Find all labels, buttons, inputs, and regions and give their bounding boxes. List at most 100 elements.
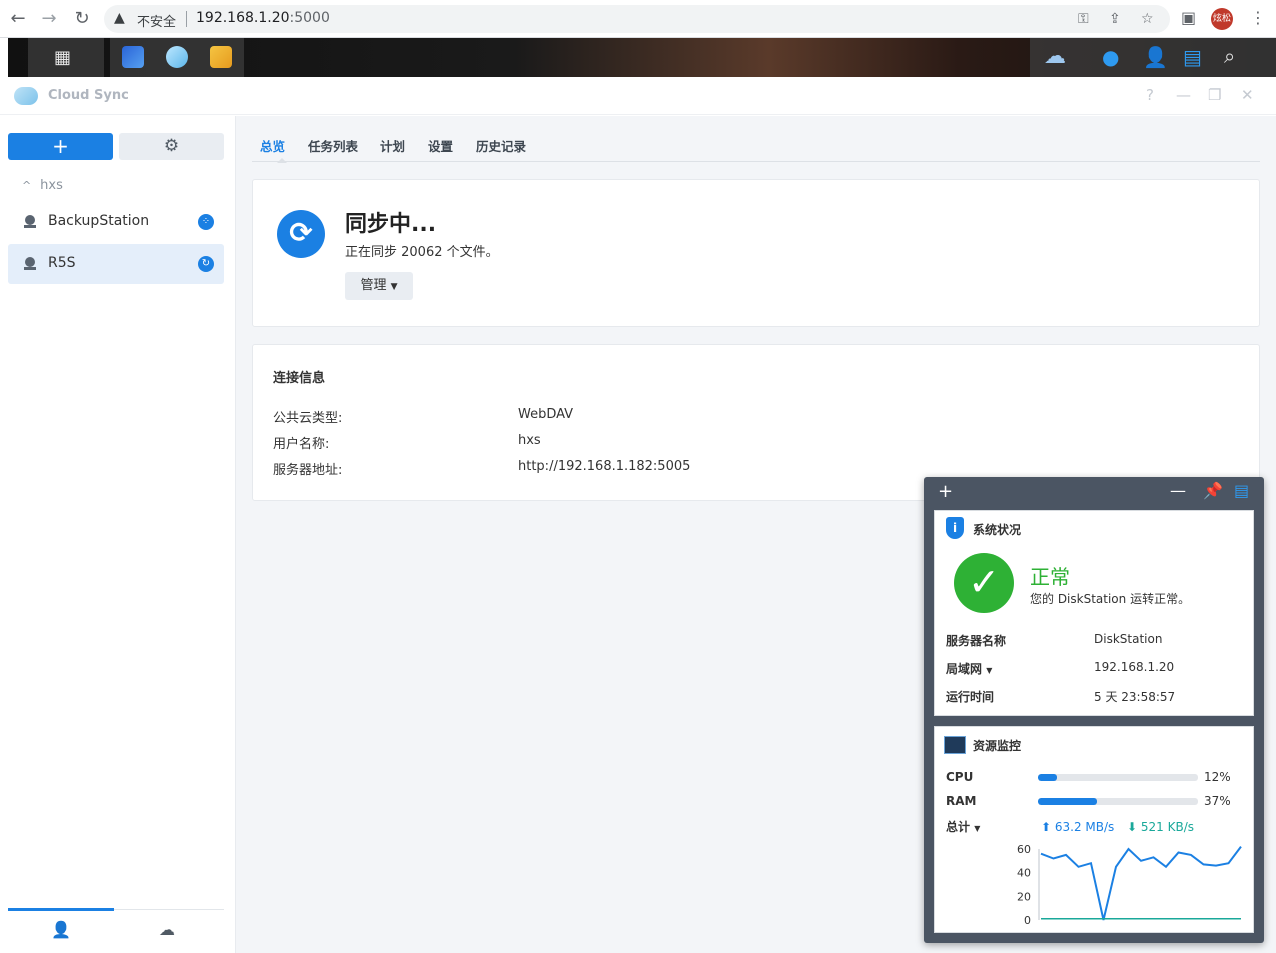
ram-label: RAM bbox=[946, 794, 977, 808]
cloud-tab-icon[interactable]: ☁ bbox=[114, 920, 220, 939]
sys-label: 服务器名称 bbox=[946, 634, 1007, 648]
total-label: 总计 bbox=[946, 820, 971, 834]
user-tab-icon[interactable]: 👤 bbox=[8, 920, 114, 939]
info-label: 公共云类型: bbox=[273, 411, 343, 426]
upload-arrow-icon: ⬆ bbox=[1041, 820, 1052, 834]
ram-percent: 37% bbox=[1204, 794, 1231, 808]
pin-icon[interactable]: 📌 bbox=[1203, 481, 1223, 500]
info-value: http://192.168.1.182:5005 bbox=[518, 459, 691, 474]
download-value: 521 KB/s bbox=[1140, 820, 1195, 834]
tab-schedule[interactable]: 计划 bbox=[380, 136, 405, 155]
add-connection-button[interactable]: + bbox=[8, 133, 113, 160]
back-icon[interactable]: ← bbox=[7, 8, 29, 30]
sync-icon: ⟳ bbox=[277, 210, 325, 258]
caret-down-icon: ▼ bbox=[390, 282, 398, 292]
resource-monitor-widget: 资源监控 CPU 12% RAM 37% 总计 ▼ ⬆ 63.2 MB/s ⬇ … bbox=[934, 726, 1254, 933]
close-icon[interactable]: ✕ bbox=[1241, 86, 1254, 104]
sync-title: 同步中... bbox=[345, 212, 437, 237]
reload-icon[interactable]: ↻ bbox=[71, 8, 93, 30]
tab-bar: 总览 任务列表 计划 设置 历史记录 bbox=[252, 116, 1260, 163]
y-tick-label: 0 bbox=[1024, 914, 1031, 925]
dsm-taskbar: ▦ ☁ ● 👤 ▤ ⌕ bbox=[8, 38, 1276, 77]
sidebar-item-label: BackupStation bbox=[48, 213, 150, 229]
key-icon[interactable]: ⚿ bbox=[1078, 11, 1089, 27]
file-station-icon[interactable] bbox=[122, 46, 144, 68]
profile-avatar[interactable]: 炫松 bbox=[1211, 8, 1233, 30]
sidebar-item-backupstation[interactable]: BackupStation ⁘ bbox=[8, 202, 224, 242]
tab-task-list[interactable]: 任务列表 bbox=[308, 136, 358, 155]
window-titlebar: Cloud Sync ? — ❐ ✕ bbox=[0, 77, 1276, 115]
tab-overview[interactable]: 总览 bbox=[260, 136, 285, 155]
connection-group[interactable]: ^ hxs bbox=[22, 178, 63, 193]
lan-dropdown[interactable]: 局域网 ▼ bbox=[946, 660, 992, 677]
y-tick-label: 40 bbox=[1017, 867, 1031, 880]
cpu-bar bbox=[1038, 774, 1198, 781]
package-center-icon[interactable] bbox=[210, 46, 232, 68]
insecure-label: 不安全 bbox=[137, 15, 177, 30]
cloud-status-icon[interactable]: ☁ bbox=[1044, 44, 1066, 69]
url-host: 192.168.1.20 bbox=[196, 10, 290, 26]
sys-value: 5 天 23:58:57 bbox=[1094, 690, 1176, 704]
info-label: 用户名称: bbox=[273, 437, 330, 452]
minimize-icon[interactable]: — bbox=[1176, 86, 1191, 104]
search-icon[interactable]: ⌕ bbox=[1224, 44, 1235, 68]
cloud-sync-app-icon bbox=[14, 87, 38, 105]
tab-history[interactable]: 历史记录 bbox=[476, 136, 526, 155]
sidebar-item-r5s[interactable]: R5S ↻ bbox=[8, 244, 224, 284]
divider bbox=[186, 11, 187, 27]
system-health-widget: i 系统状况 ✓ 正常 您的 DiskStation 运转正常。 服务器名称 D… bbox=[934, 510, 1254, 716]
notification-icon[interactable]: ● bbox=[1102, 45, 1119, 69]
cloud-sync-icon[interactable] bbox=[166, 46, 188, 68]
chevron-up-icon: ^ bbox=[22, 179, 32, 192]
cpu-percent: 12% bbox=[1204, 770, 1231, 784]
gear-icon: ⚙ bbox=[163, 136, 180, 156]
grid-icon: ▦ bbox=[54, 47, 72, 68]
server-icon bbox=[24, 215, 36, 228]
minimize-widget-icon[interactable]: — bbox=[1170, 481, 1186, 500]
upload-value: 63.2 MB/s bbox=[1054, 820, 1115, 834]
share-icon[interactable]: ⇪ bbox=[1109, 11, 1121, 27]
add-widget-icon[interactable]: + bbox=[938, 481, 953, 502]
help-icon[interactable]: ? bbox=[1146, 86, 1154, 104]
info-label: 服务器地址: bbox=[273, 463, 343, 478]
bookmark-star-icon[interactable]: ☆ bbox=[1141, 11, 1154, 27]
active-tab-indicator bbox=[8, 908, 114, 911]
download-arrow-icon: ⬇ bbox=[1127, 820, 1138, 834]
manage-button[interactable]: 管理 ▼ bbox=[345, 272, 413, 300]
widget-panel: + — 📌 ▤ i 系统状况 ✓ 正常 您的 DiskStation 运转正常。… bbox=[924, 477, 1264, 943]
settings-button[interactable]: ⚙ bbox=[119, 133, 224, 160]
caret-down-icon: ▼ bbox=[974, 824, 981, 833]
widget-title: 资源监控 bbox=[973, 739, 1022, 753]
connection-info-title: 连接信息 bbox=[273, 371, 326, 386]
ram-bar bbox=[1038, 798, 1198, 805]
sidebar-bottom-tabs: 👤 ☁ bbox=[8, 908, 224, 953]
info-value: hxs bbox=[518, 433, 541, 448]
tab-settings[interactable]: 设置 bbox=[428, 136, 453, 155]
idle-status-icon: ⁘ bbox=[198, 214, 214, 230]
dock-icon[interactable]: ▤ bbox=[1234, 481, 1249, 500]
user-icon[interactable]: 👤 bbox=[1143, 45, 1168, 69]
health-status: 正常 bbox=[1030, 565, 1070, 589]
main-menu-button[interactable]: ▦ bbox=[28, 38, 104, 77]
checkmark-icon: ✓ bbox=[954, 553, 1014, 613]
url-port: :5000 bbox=[289, 10, 330, 26]
widgets-icon[interactable]: ▤ bbox=[1183, 45, 1202, 69]
address-bar[interactable]: ▲ 不安全 192.168.1.20:5000 ⚿ ⇪ ☆ bbox=[104, 5, 1170, 33]
y-tick-label: 60 bbox=[1017, 843, 1031, 856]
widget-title: 系统状况 bbox=[973, 523, 1022, 537]
network-chart: 60 40 20 0 bbox=[1017, 843, 1242, 925]
total-dropdown[interactable]: 总计 ▼ bbox=[946, 818, 980, 835]
monitor-icon bbox=[944, 736, 966, 754]
maximize-icon[interactable]: ❐ bbox=[1208, 86, 1221, 104]
forward-icon[interactable]: → bbox=[38, 8, 60, 30]
cpu-bar-fill bbox=[1038, 774, 1058, 781]
menu-kebab-icon[interactable]: ⋮ bbox=[1250, 8, 1266, 27]
sys-value: DiskStation bbox=[1094, 632, 1163, 646]
sidepanel-icon[interactable]: ▣ bbox=[1181, 8, 1196, 27]
window-title: Cloud Sync bbox=[48, 88, 129, 103]
url-text: 192.168.1.20:5000 bbox=[196, 10, 330, 26]
syncing-status-icon: ↻ bbox=[198, 256, 214, 272]
group-label: hxs bbox=[40, 178, 63, 193]
browser-toolbar: ← → ↻ ▲ 不安全 192.168.1.20:5000 ⚿ ⇪ ☆ ▣ 炫松… bbox=[0, 0, 1276, 38]
info-shield-icon: i bbox=[946, 517, 964, 539]
